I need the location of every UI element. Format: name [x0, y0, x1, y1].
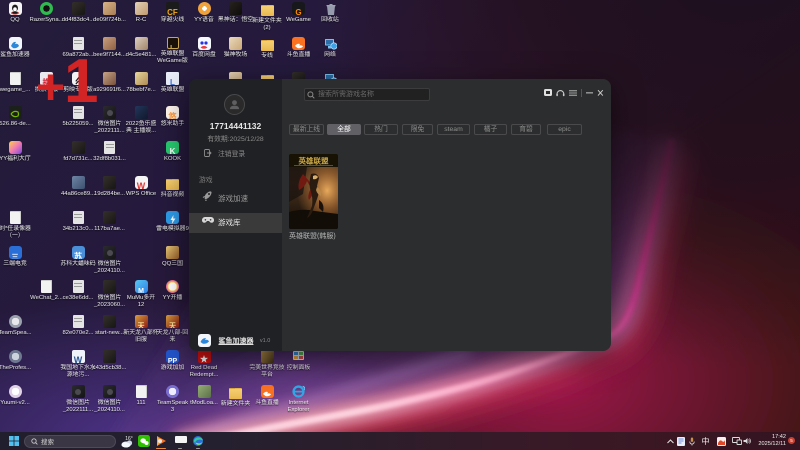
svg-text:英雄联盟: 英雄联盟 [299, 156, 329, 166]
